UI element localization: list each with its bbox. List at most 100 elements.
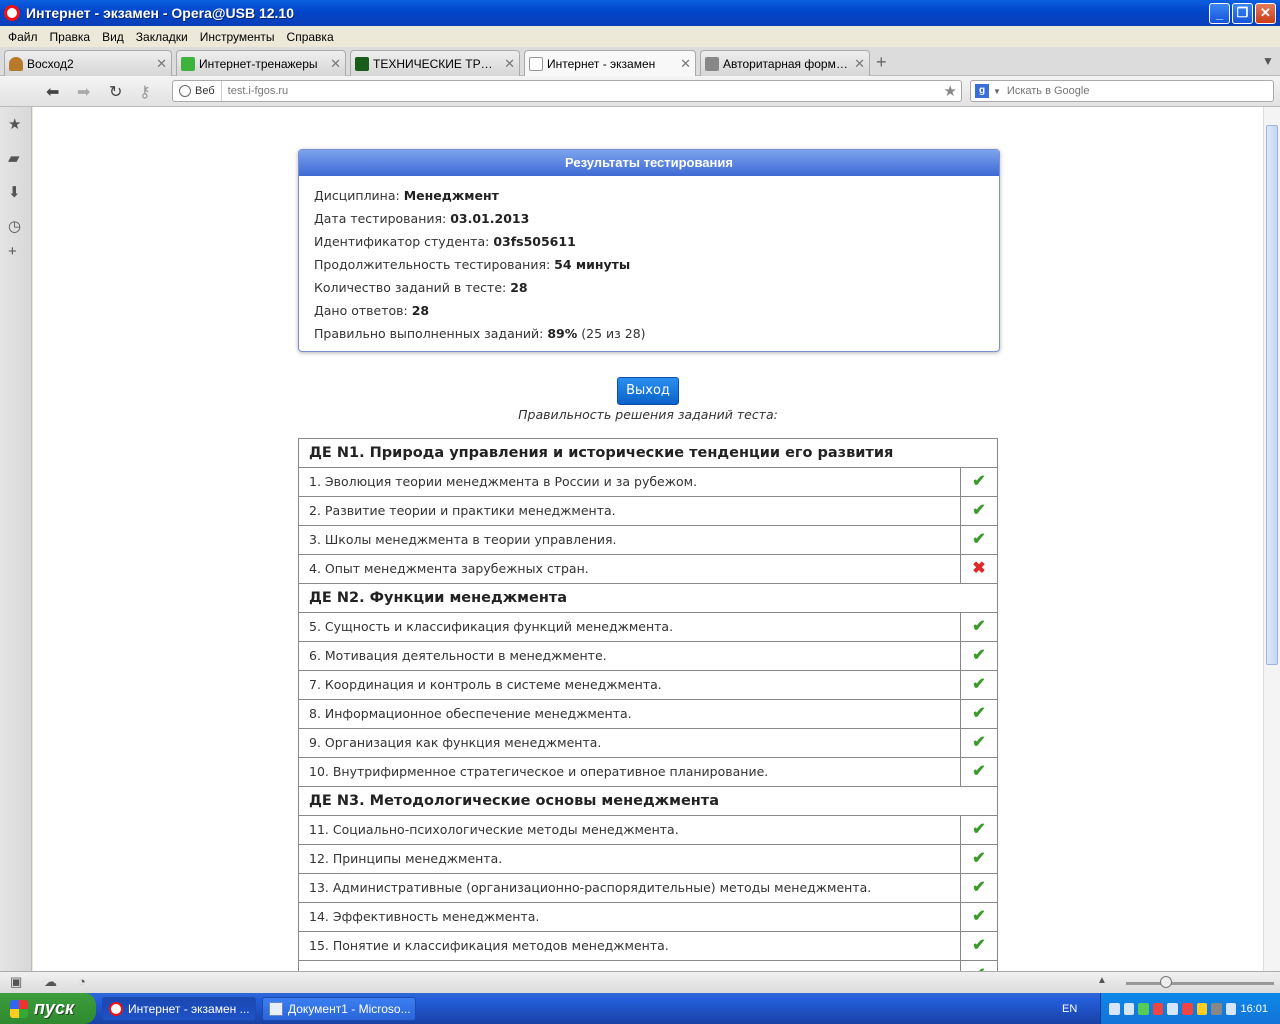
tray-network-icon[interactable]: [1109, 1002, 1120, 1015]
tab-favicon-icon: [9, 56, 23, 71]
tray-connection-icon[interactable]: [1167, 1002, 1179, 1015]
back-icon[interactable]: ⬅: [46, 82, 59, 102]
bookmarks-star-icon[interactable]: ★: [8, 115, 21, 133]
system-tray: 16:01: [1100, 993, 1280, 1024]
table-row: ✔: [299, 961, 997, 971]
duration-value: 54 минуты: [554, 257, 631, 272]
taskbar-opera[interactable]: Интернет - экзамен ...: [102, 996, 256, 1021]
windows-logo-icon: [10, 999, 28, 1018]
tab-menu-chevron-icon[interactable]: ▼: [1262, 54, 1274, 68]
reload-icon[interactable]: ↻: [109, 82, 122, 102]
taskbar-word[interactable]: Документ1 - Microso...: [262, 996, 416, 1021]
tab-label: Интернет - экзамен: [547, 56, 656, 71]
tab-favicon-icon: [181, 56, 195, 71]
correct-row: Правильно выполненных заданий: 89% (25 и…: [314, 326, 646, 341]
check-icon: ✔: [972, 676, 986, 693]
word-icon: [269, 1001, 283, 1016]
menu-bookmarks[interactable]: Закладки: [130, 30, 194, 44]
tray-alert-icon[interactable]: [1182, 1002, 1193, 1015]
close-tab-icon[interactable]: ✕: [854, 56, 865, 72]
tray-antivirus-icon[interactable]: [1152, 1002, 1164, 1015]
side-panel: ★ ▰ ⬇ ◷ +: [0, 107, 32, 971]
check-icon: ✔: [972, 705, 986, 722]
tray-shield-icon[interactable]: [1138, 1002, 1149, 1015]
tab-tech-requirements[interactable]: ТЕХНИЧЕСКИЕ ТРЕБОВА... ✕: [350, 50, 520, 76]
address-bar[interactable]: Веб test.i-fgos.ru ★: [172, 80, 962, 102]
close-tab-icon[interactable]: ✕: [504, 56, 515, 72]
close-tab-icon[interactable]: ✕: [680, 56, 691, 72]
cross-icon: ✖: [972, 560, 986, 577]
menu-help[interactable]: Справка: [281, 30, 340, 44]
view-up-icon[interactable]: ▲: [1097, 975, 1107, 986]
task-label: 13. Административные (организационно-рас…: [299, 874, 961, 902]
check-icon: ✔: [972, 879, 986, 896]
close-tab-icon[interactable]: ✕: [330, 56, 341, 72]
table-row: 14. Эффективность менеджмента. ✔: [299, 903, 997, 932]
turbo-icon[interactable]: ◔: [78, 974, 86, 989]
google-icon[interactable]: g: [975, 84, 989, 98]
unite-cloud-icon[interactable]: ☁: [44, 974, 57, 990]
table-row: 6. Мотивация деятельности в менеджменте.…: [299, 642, 997, 671]
task-count-value: 28: [510, 280, 528, 295]
tab-label: ТЕХНИЧЕСКИЕ ТРЕБОВА...: [373, 56, 500, 71]
table-row: 13. Административные (организационно-рас…: [299, 874, 997, 903]
correct-detail: (25 из 28): [577, 326, 646, 341]
task-label: 10. Внутрифирменное стратегическое и опе…: [299, 758, 961, 786]
exit-button[interactable]: Выход: [617, 377, 679, 405]
task-label: 1. Эволюция теории менеджмента в России …: [299, 468, 961, 496]
minimize-button[interactable]: _: [1209, 2, 1230, 24]
tab-internet-exam[interactable]: Интернет - экзамен ✕: [524, 50, 696, 76]
panel-toggle-icon[interactable]: ▣: [10, 974, 22, 990]
new-tab-button[interactable]: +: [876, 52, 887, 73]
close-button[interactable]: ✕: [1255, 2, 1276, 24]
menu-view[interactable]: Вид: [96, 30, 130, 44]
menu-tools[interactable]: Инструменты: [194, 30, 281, 44]
section-title: ДЕ N3. Методологические основы менеджмен…: [299, 787, 997, 816]
notes-icon[interactable]: ▰: [8, 149, 20, 167]
table-row: 7. Координация и контроль в системе мене…: [299, 671, 997, 700]
web-scope[interactable]: Веб: [173, 81, 222, 101]
tray-volume-icon[interactable]: [1225, 1002, 1237, 1015]
forward-icon[interactable]: ➡: [77, 82, 90, 102]
vertical-scrollbar[interactable]: [1263, 107, 1280, 971]
zoom-slider[interactable]: [1126, 976, 1274, 988]
check-icon: ✔: [972, 908, 986, 925]
bookmark-star-icon[interactable]: ★: [944, 82, 957, 100]
add-panel-icon[interactable]: +: [8, 243, 17, 260]
chevron-down-icon[interactable]: ▼: [993, 87, 1001, 96]
zoom-knob[interactable]: [1160, 976, 1172, 988]
language-indicator[interactable]: EN: [1062, 1003, 1077, 1015]
tab-favicon-icon: [705, 56, 719, 71]
tray-monitor-icon[interactable]: [1123, 1002, 1135, 1015]
maximize-button[interactable]: ❐: [1232, 2, 1253, 24]
tab-trainers[interactable]: Интернет-тренажеры ✕: [176, 50, 346, 76]
close-tab-icon[interactable]: ✕: [156, 56, 167, 72]
task-label: 15. Понятие и классификация методов мене…: [299, 932, 961, 960]
menu-file[interactable]: Файл: [2, 30, 44, 44]
check-icon: ✔: [972, 502, 986, 519]
tab-voskhod2[interactable]: Восход2 ✕: [4, 50, 172, 76]
downloads-icon[interactable]: ⬇: [8, 183, 21, 201]
student-value: 03fs505611: [493, 234, 576, 249]
tab-authoritarian[interactable]: Авторитарная форма и... ✕: [700, 50, 870, 76]
history-clock-icon[interactable]: ◷: [8, 217, 21, 235]
tray-warning-icon[interactable]: [1196, 1002, 1208, 1015]
url-text[interactable]: test.i-fgos.ru: [222, 85, 944, 97]
task-label: 7. Координация и контроль в системе мене…: [299, 671, 961, 699]
opera-logo-icon: [4, 5, 20, 21]
discipline-row: Дисциплина: Менеджмент: [314, 188, 499, 203]
search-input[interactable]: [1006, 85, 1247, 97]
task-label: 5. Сущность и классификация функций мене…: [299, 613, 961, 641]
tray-lock-icon[interactable]: [1211, 1002, 1222, 1015]
start-button[interactable]: пуск: [0, 993, 96, 1024]
table-row: 10. Внутрифирменное стратегическое и опе…: [299, 758, 997, 787]
scrollbar-thumb[interactable]: [1266, 125, 1278, 665]
task-label: 3. Школы менеджмента в теории управления…: [299, 526, 961, 554]
key-icon[interactable]: ⚷: [139, 82, 151, 102]
student-row: Идентификатор студента: 03fs505611: [314, 234, 576, 249]
correct-percent: 89%: [547, 326, 578, 341]
check-icon: ✔: [972, 734, 986, 751]
menu-edit[interactable]: Правка: [44, 30, 97, 44]
window-title: Интернет - экзамен - Opera@USB 12.10: [26, 5, 295, 21]
search-box[interactable]: g ▼: [970, 80, 1274, 102]
